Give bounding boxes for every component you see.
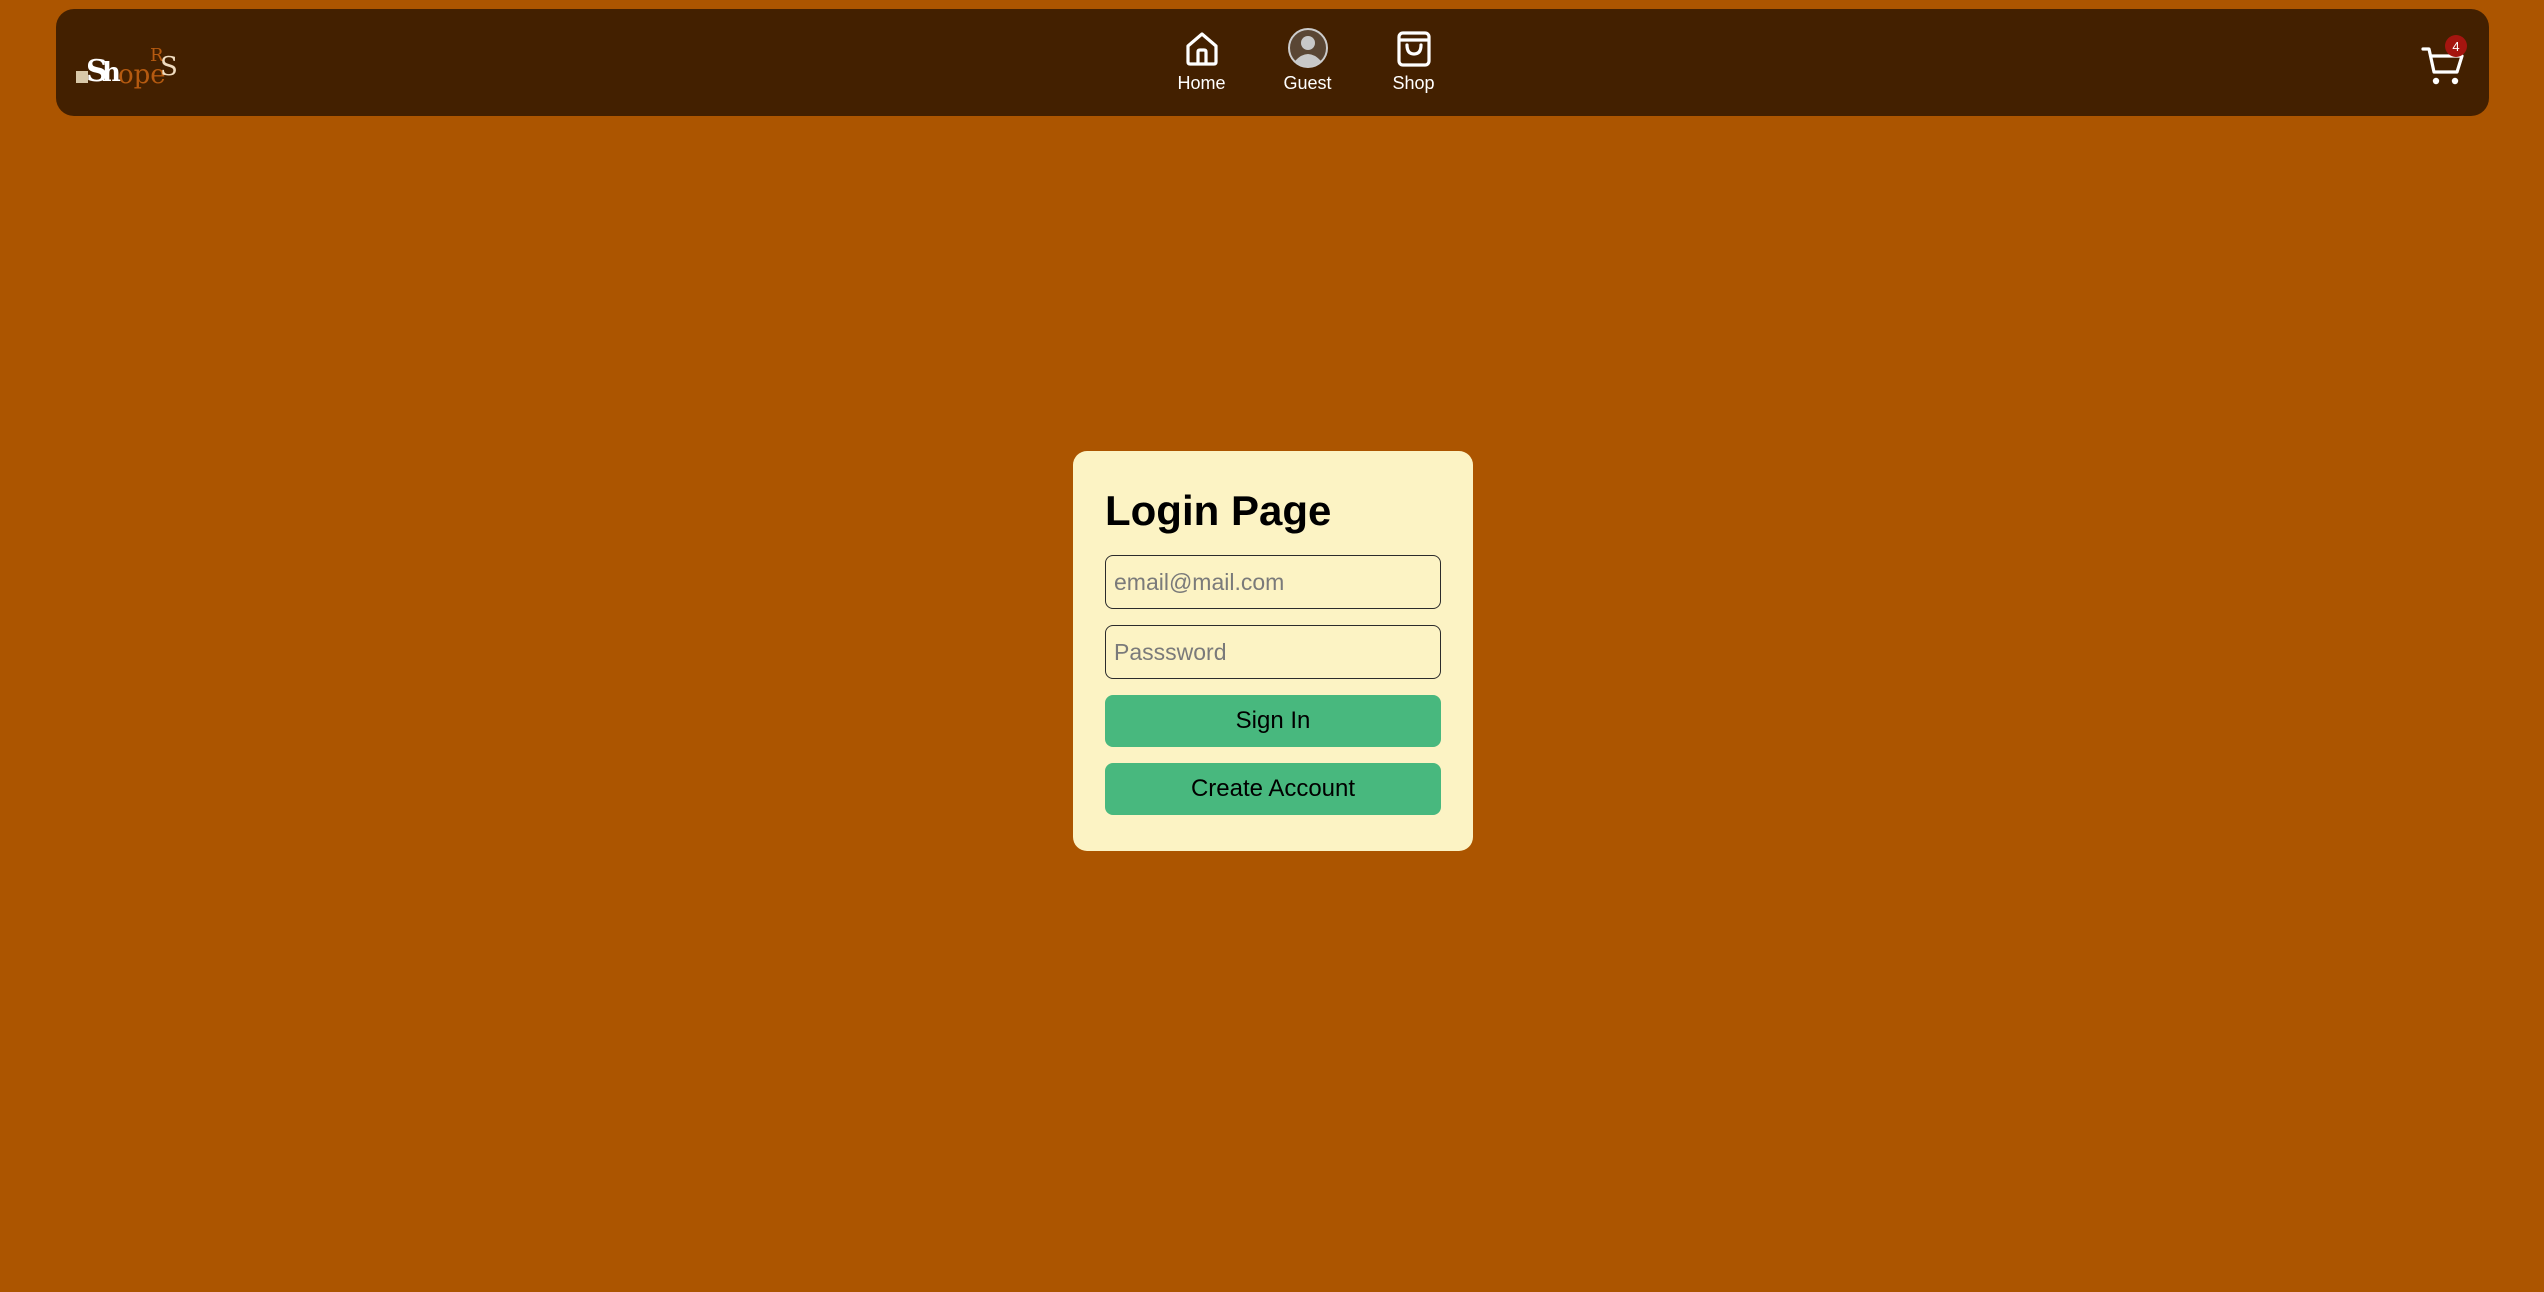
nav-guest-label: Guest: [1283, 73, 1332, 93]
email-field[interactable]: [1105, 555, 1441, 609]
shopping-bag-icon: [1393, 27, 1435, 69]
page-title: Login Page: [1105, 487, 1332, 534]
nav-home[interactable]: Home: [1174, 27, 1230, 94]
nav-guest[interactable]: Guest: [1280, 27, 1336, 94]
cart-count-badge: 4: [2445, 35, 2467, 57]
login-card: Login Page Sign In Create Account: [1073, 451, 1473, 851]
nav-shop-label: Shop: [1392, 73, 1435, 93]
avatar-icon: [1287, 27, 1329, 69]
main-nav: Home Guest Shop: [56, 27, 2489, 94]
top-navbar: S h ope R S Home Guest Shop 4: [56, 9, 2489, 116]
home-icon: [1181, 27, 1223, 69]
create-account-button[interactable]: Create Account: [1105, 763, 1441, 815]
sign-in-button[interactable]: Sign In: [1105, 695, 1441, 747]
cart-button[interactable]: 4: [2421, 35, 2471, 87]
nav-shop[interactable]: Shop: [1386, 27, 1442, 94]
password-field[interactable]: [1105, 625, 1441, 679]
nav-home-label: Home: [1177, 73, 1226, 93]
